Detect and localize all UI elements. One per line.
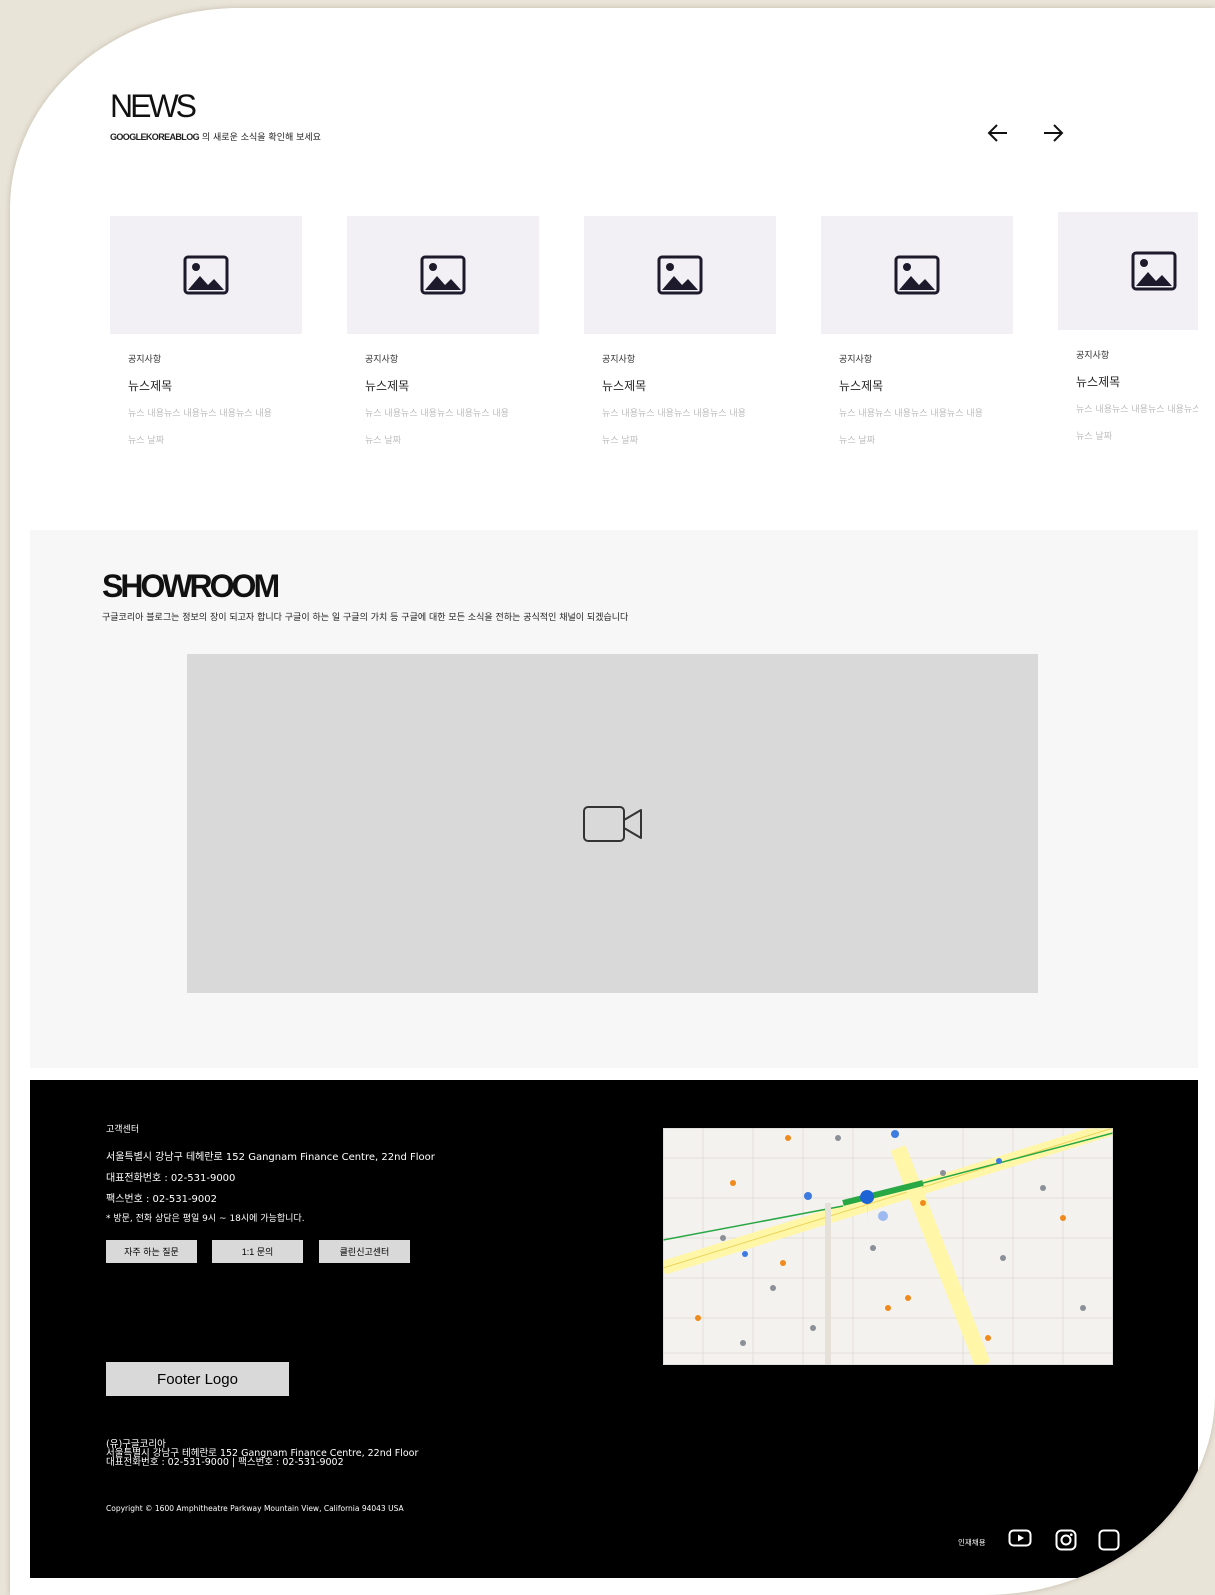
cs-title: 고객센터 xyxy=(106,1125,140,1135)
video-camera-icon xyxy=(582,805,642,842)
facebook-icon xyxy=(1098,1529,1120,1551)
instagram-link[interactable] xyxy=(1055,1529,1077,1551)
instagram-icon xyxy=(1055,1529,1077,1551)
news-thumbnail xyxy=(584,216,776,334)
location-map[interactable] xyxy=(663,1128,1113,1365)
prev-button[interactable] xyxy=(985,120,1011,146)
news-card[interactable]: 공지사항 뉴스제목 뉴스 내용뉴스 내용뉴스 내용뉴스 내용 뉴스 날짜 xyxy=(1058,212,1198,442)
facebook-link[interactable] xyxy=(1098,1529,1120,1551)
company-info: (유)구글코리아 서울특별시 강남구 테헤란로 152 Gangnam Fina… xyxy=(106,1440,418,1468)
news-card[interactable]: 공지사항 뉴스제목 뉴스 내용뉴스 내용뉴스 내용뉴스 내용 뉴스 날짜 xyxy=(584,216,776,446)
news-thumbnail xyxy=(821,216,1013,334)
youtube-link[interactable] xyxy=(1008,1529,1032,1547)
showroom-video[interactable] xyxy=(187,654,1038,993)
showroom-section: SHOWROOM 구글코리아 블로그는 정보의 장이 되고자 합니다 구글이 하… xyxy=(30,530,1198,1068)
browser-frame: NEWS GOOGLEKOREABLOG 의 새로운 소식을 확인해 보세요 공… xyxy=(10,8,1215,1595)
cs-address: 서울특별시 강남구 테헤란로 152 Gangnam Finance Centr… xyxy=(106,1152,435,1163)
copyright: Copyright © 1600 Amphitheatre Parkway Mo… xyxy=(106,1504,404,1513)
news-date: 뉴스 날짜 xyxy=(839,436,875,446)
news-category: 공지사항 xyxy=(602,355,636,365)
showroom-title: SHOWROOM xyxy=(102,568,280,604)
image-icon xyxy=(657,255,703,295)
news-title-text: 뉴스제목 xyxy=(365,379,410,393)
company-contact: 대표전화번호 : 02-531-9000 | 팩스번호 : 02-531-900… xyxy=(106,1457,344,1468)
news-subtitle: GOOGLEKOREABLOG 의 새로운 소식을 확인해 보세요 xyxy=(110,130,321,143)
news-content: 뉴스 내용뉴스 내용뉴스 내용뉴스 내용 xyxy=(365,409,509,419)
news-category: 공지사항 xyxy=(1076,351,1110,361)
cs-phone: 대표전화번호 : 02-531-9000 xyxy=(106,1173,236,1184)
clean-report-button[interactable]: 클린신고센터 xyxy=(319,1240,410,1263)
news-title: NEWS xyxy=(110,88,197,124)
image-icon xyxy=(420,255,466,295)
news-title-text: 뉴스제목 xyxy=(128,379,173,393)
news-title-text: 뉴스제목 xyxy=(1076,375,1121,389)
image-icon xyxy=(894,255,940,295)
showroom-subtitle: 구글코리아 블로그는 정보의 장이 되고자 합니다 구글이 하는 일 구글의 가… xyxy=(102,613,629,623)
news-thumbnail xyxy=(347,216,539,334)
news-subtitle-text: 의 새로운 소식을 확인해 보세요 xyxy=(199,133,321,143)
map-image xyxy=(663,1128,1113,1365)
news-title-text: 뉴스제목 xyxy=(839,379,884,393)
news-category: 공지사항 xyxy=(128,355,162,365)
next-button[interactable] xyxy=(1040,120,1066,146)
news-content: 뉴스 내용뉴스 내용뉴스 내용뉴스 내용 xyxy=(1076,405,1198,415)
youtube-icon xyxy=(1008,1529,1032,1547)
news-card[interactable]: 공지사항 뉴스제목 뉴스 내용뉴스 내용뉴스 내용뉴스 내용 뉴스 날짜 xyxy=(347,216,539,446)
news-card[interactable]: 공지사항 뉴스제목 뉴스 내용뉴스 내용뉴스 내용뉴스 내용 뉴스 날짜 xyxy=(110,216,302,446)
news-content: 뉴스 내용뉴스 내용뉴스 내용뉴스 내용 xyxy=(128,409,272,419)
news-title-text: 뉴스제목 xyxy=(602,379,647,393)
cs-hours: * 방문, 전화 상담은 평일 9시 ~ 18시에 가능합니다. xyxy=(106,1214,305,1224)
image-icon xyxy=(1131,251,1177,291)
news-date: 뉴스 날짜 xyxy=(602,436,638,446)
image-icon xyxy=(183,255,229,295)
inquiry-button[interactable]: 1:1 문의 xyxy=(212,1240,303,1263)
news-category: 공지사항 xyxy=(365,355,399,365)
careers-link[interactable]: 인재채용 xyxy=(958,1537,986,1548)
news-card[interactable]: 공지사항 뉴스제목 뉴스 내용뉴스 내용뉴스 내용뉴스 내용 뉴스 날짜 xyxy=(821,216,1013,446)
faq-button[interactable]: 자주 하는 질문 xyxy=(106,1240,197,1263)
arrow-right-icon xyxy=(1044,124,1064,142)
news-thumbnail xyxy=(1058,212,1198,330)
news-date: 뉴스 날짜 xyxy=(1076,432,1112,442)
news-subtitle-brand: GOOGLEKOREABLOG xyxy=(110,132,200,142)
arrow-left-icon xyxy=(987,124,1007,142)
news-content: 뉴스 내용뉴스 내용뉴스 내용뉴스 내용 xyxy=(839,409,983,419)
news-category: 공지사항 xyxy=(839,355,873,365)
cs-fax: 팩스번호 : 02-531-9002 xyxy=(106,1194,218,1205)
news-date: 뉴스 날짜 xyxy=(365,436,401,446)
news-date: 뉴스 날짜 xyxy=(128,436,164,446)
news-thumbnail xyxy=(110,216,302,334)
news-content: 뉴스 내용뉴스 내용뉴스 내용뉴스 내용 xyxy=(602,409,746,419)
footer: 고객센터 서울특별시 강남구 테헤란로 152 Gangnam Finance … xyxy=(30,1080,1198,1578)
footer-logo[interactable]: Footer Logo xyxy=(106,1362,289,1396)
page-content: NEWS GOOGLEKOREABLOG 의 새로운 소식을 확인해 보세요 공… xyxy=(30,8,1198,1578)
